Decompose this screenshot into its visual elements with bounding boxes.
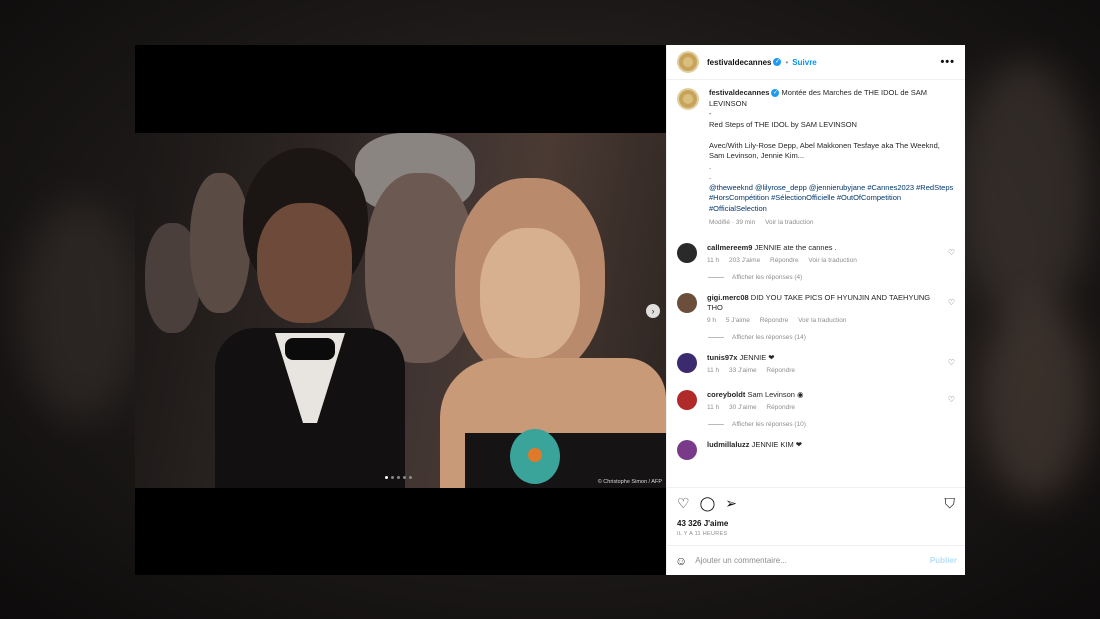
- post-time: IL Y A 11 HEURES: [677, 531, 728, 537]
- emoji-icon[interactable]: ☺: [675, 554, 687, 568]
- carousel-dot: [397, 476, 400, 479]
- comments-list[interactable]: festivaldecannes ✓ Montée des Marches de …: [667, 80, 965, 487]
- comment-item: coreyboldt Sam Levinson ◉ 11 h 30 J'aime…: [677, 389, 955, 413]
- caption-avatar[interactable]: [677, 88, 699, 110]
- comment-icon[interactable]: ◯: [700, 495, 716, 512]
- dot-separator: •: [785, 57, 789, 67]
- reply-link[interactable]: Répondre: [760, 317, 789, 324]
- comment-text: Sam Levinson ◉: [747, 389, 804, 399]
- comment-text: JENNIE KIM ❤: [751, 439, 803, 449]
- carousel-dot: [403, 476, 406, 479]
- comment-username[interactable]: ludmillaluzz: [707, 440, 750, 449]
- like-count[interactable]: 43 326 J'aime: [667, 519, 965, 528]
- caption-tags[interactable]: @theweeknd @lilyrose_depp @jennierubyjan…: [709, 183, 953, 213]
- carousel-dots: [385, 476, 412, 479]
- comment-avatar[interactable]: [677, 352, 697, 373]
- caption-line3: Avec/With Lily-Rose Depp, Abel Makkonen …: [709, 140, 940, 161]
- comment-text: JENNIE ate the cannes .: [754, 242, 837, 252]
- reply-link[interactable]: Répondre: [770, 257, 799, 264]
- comment-item: ludmillaluzz JENNIE KIM ❤: [677, 439, 955, 460]
- comment-item: tunis97x JENNIE ❤ 11 h 33 J'aime Répondr…: [677, 352, 955, 376]
- comment-likes[interactable]: 30 J'aime: [729, 404, 757, 411]
- comment-item: callmereem9 JENNIE ate the cannes . 11 h…: [677, 242, 955, 266]
- comment-username[interactable]: callmereem9: [707, 243, 752, 252]
- post-actions: ♡ ◯ ➢ ⛉: [667, 487, 965, 519]
- comment-avatar[interactable]: [677, 389, 697, 410]
- comment-time: 11 h: [707, 256, 720, 264]
- caption-edited: Modifié · 39 min: [709, 219, 756, 226]
- post-modal: © Christophe Simon / AFP › festivaldecan…: [135, 45, 965, 575]
- comment-avatar[interactable]: [677, 242, 697, 263]
- reply-link[interactable]: Répondre: [766, 367, 795, 374]
- comment-likes[interactable]: 203 J'aime: [729, 257, 760, 264]
- post-caption: festivaldecannes ✓ Montée des Marches de …: [677, 88, 955, 229]
- more-options-icon[interactable]: •••: [940, 56, 955, 68]
- account-avatar[interactable]: [677, 51, 699, 73]
- caption-line2: Red Steps of THE IDOL by SAM LEVINSON: [709, 119, 857, 129]
- comment-username[interactable]: tunis97x: [707, 353, 737, 362]
- reply-link[interactable]: Répondre: [766, 404, 795, 411]
- post-media: © Christophe Simon / AFP ›: [135, 45, 666, 575]
- show-replies[interactable]: Afficher les réponses (4): [708, 274, 955, 281]
- like-icon[interactable]: ♡: [677, 495, 690, 512]
- comment-avatar[interactable]: [677, 439, 697, 460]
- verified-icon: ✓: [771, 89, 780, 98]
- post-header: festivaldecannes ✓ • Suivre •••: [667, 45, 965, 80]
- post-side-panel: festivaldecannes ✓ • Suivre ••• festival…: [666, 45, 965, 575]
- next-image-button[interactable]: ›: [646, 304, 660, 318]
- share-icon[interactable]: ➢: [725, 495, 737, 512]
- comment-time: 11 h: [707, 403, 720, 411]
- follow-button[interactable]: Suivre: [792, 58, 816, 67]
- caption-translate-link[interactable]: Voir la traduction: [765, 219, 813, 226]
- comment-likes[interactable]: 33 J'aime: [729, 367, 757, 374]
- caption-separator: .: [709, 161, 712, 171]
- carousel-dot: [385, 476, 388, 479]
- photo-credit: © Christophe Simon / AFP: [597, 479, 662, 485]
- account-name[interactable]: festivaldecannes: [707, 58, 771, 67]
- comment-avatar[interactable]: [677, 292, 697, 313]
- comment-username[interactable]: gigi.merc08: [707, 293, 749, 302]
- bookmark-icon[interactable]: ⛉: [945, 495, 956, 512]
- carousel-dot: [409, 476, 412, 479]
- comment-item: gigi.merc08 DID YOU TAKE PICS OF HYUNJIN…: [677, 292, 955, 326]
- show-replies[interactable]: Afficher les réponses (14): [708, 334, 955, 341]
- caption-username[interactable]: festivaldecannes: [709, 88, 769, 97]
- post-photo[interactable]: © Christophe Simon / AFP ›: [135, 133, 666, 488]
- post-comment-button[interactable]: Publier: [930, 556, 957, 565]
- caption-separator: -: [709, 109, 712, 118]
- like-comment-icon[interactable]: ♡: [948, 298, 955, 307]
- comment-composer: ☺ Ajouter un commentaire... Publier: [667, 545, 965, 575]
- verified-icon: ✓: [773, 58, 782, 66]
- show-replies[interactable]: Afficher les réponses (10): [708, 421, 955, 428]
- translate-link[interactable]: Voir la traduction: [798, 317, 846, 324]
- translate-link[interactable]: Voir la traduction: [808, 257, 856, 264]
- comment-time: 9 h: [707, 316, 717, 324]
- like-comment-icon[interactable]: ♡: [948, 248, 955, 257]
- comment-username[interactable]: coreyboldt: [707, 390, 745, 399]
- comment-input[interactable]: Ajouter un commentaire...: [695, 556, 787, 565]
- comment-text: JENNIE ❤: [739, 352, 775, 362]
- caption-separator: .: [709, 172, 712, 181]
- carousel-dot: [391, 476, 394, 479]
- comment-time: 11 h: [707, 366, 720, 374]
- like-comment-icon[interactable]: ♡: [948, 395, 955, 404]
- comment-likes[interactable]: 5 J'aime: [726, 317, 750, 324]
- like-comment-icon[interactable]: ♡: [948, 358, 955, 367]
